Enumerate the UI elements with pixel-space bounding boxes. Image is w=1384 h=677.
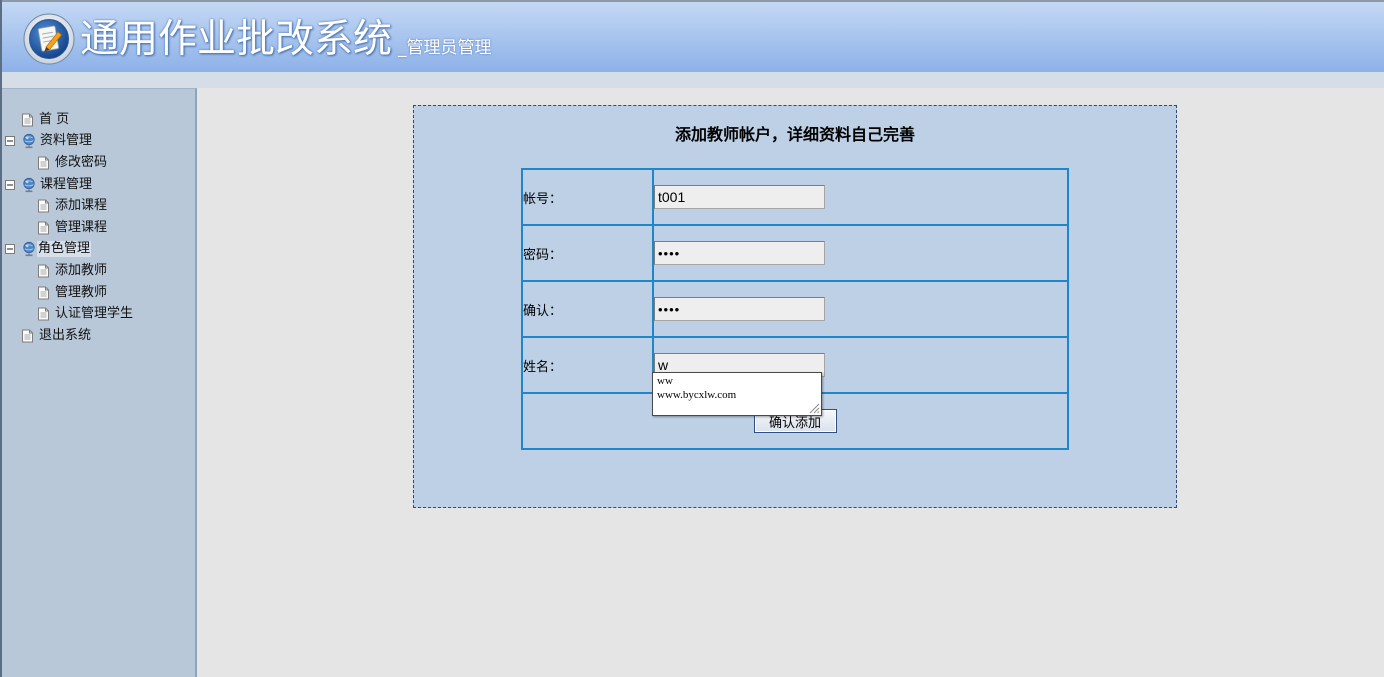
sidebar-item-label: 管理教师 bbox=[55, 284, 108, 300]
window-edge bbox=[0, 0, 2, 677]
sidebar-group-label: 课程管理 bbox=[40, 176, 93, 192]
sidebar: 首 页 资料管理 修改密码 课程管理 添加课程 管理课程 角色管理 添加教师 管… bbox=[0, 88, 197, 677]
form-row-password: 密码： bbox=[523, 226, 1067, 282]
account-label: 帐号： bbox=[523, 170, 654, 224]
form-title: 添加教师帐户，详细资料自己完善 bbox=[674, 125, 915, 144]
password-input[interactable] bbox=[654, 241, 825, 265]
sidebar-item-label: 退出系统 bbox=[39, 327, 92, 343]
sidebar-item-verify-students[interactable]: 认证管理学生 bbox=[0, 303, 195, 325]
page-icon bbox=[38, 307, 49, 321]
globe-icon bbox=[22, 134, 36, 149]
sidebar-item-label: 添加教师 bbox=[55, 262, 108, 278]
page-icon bbox=[22, 113, 33, 127]
sidebar-item-manage-teachers[interactable]: 管理教师 bbox=[0, 282, 195, 304]
name-label: 姓名： bbox=[523, 338, 654, 392]
header-divider-bar bbox=[0, 72, 1384, 88]
sidebar-item-add-course[interactable]: 添加课程 bbox=[0, 195, 195, 217]
sidebar-item-home[interactable]: 首 页 bbox=[0, 109, 195, 131]
sidebar-item-logout[interactable]: 退出系统 bbox=[0, 325, 195, 347]
collapse-toggle-icon[interactable] bbox=[5, 244, 15, 255]
confirm-password-input[interactable] bbox=[654, 297, 825, 321]
password-label: 密码： bbox=[523, 226, 654, 280]
password-cell bbox=[654, 226, 1067, 280]
sidebar-group-profile[interactable]: 资料管理 bbox=[0, 131, 195, 153]
globe-icon bbox=[22, 242, 36, 257]
confirm-cell bbox=[654, 282, 1067, 336]
autocomplete-option[interactable]: ww bbox=[653, 374, 821, 388]
confirm-label: 确认： bbox=[523, 282, 654, 336]
autocomplete-dropdown: ww www.bycxlw.com bbox=[652, 372, 822, 416]
globe-icon bbox=[22, 177, 36, 192]
notepad-pencil-logo-icon bbox=[23, 13, 75, 65]
sidebar-item-label: 修改密码 bbox=[55, 154, 108, 170]
sidebar-group-label: 角色管理 bbox=[37, 241, 92, 258]
sidebar-group-courses[interactable]: 课程管理 bbox=[0, 174, 195, 196]
sidebar-item-manage-courses[interactable]: 管理课程 bbox=[0, 217, 195, 239]
collapse-toggle-icon[interactable] bbox=[5, 179, 15, 190]
app-subtitle: _管理员管理 bbox=[398, 38, 492, 58]
form-row-confirm: 确认： bbox=[523, 282, 1067, 338]
account-cell bbox=[654, 170, 1067, 224]
sidebar-group-label: 资料管理 bbox=[40, 133, 93, 149]
sidebar-group-roles[interactable]: 角色管理 bbox=[0, 239, 195, 261]
page-icon bbox=[38, 264, 49, 278]
app-header: 通用作业批改系统 _管理员管理 bbox=[0, 0, 1384, 72]
account-input[interactable] bbox=[654, 185, 825, 209]
app-title: 通用作业批改系统 bbox=[80, 17, 393, 62]
page-icon bbox=[38, 221, 49, 235]
page-icon bbox=[38, 156, 49, 170]
form-row-account: 帐号： bbox=[523, 170, 1067, 226]
sidebar-item-label: 管理课程 bbox=[55, 219, 108, 235]
sidebar-item-change-password[interactable]: 修改密码 bbox=[0, 152, 195, 174]
add-teacher-panel: 添加教师帐户，详细资料自己完善 帐号： 密码： 确认： 姓名： bbox=[413, 105, 1177, 508]
page-icon bbox=[22, 329, 33, 343]
sidebar-item-label: 添加课程 bbox=[55, 198, 108, 214]
sidebar-item-label: 认证管理学生 bbox=[55, 306, 134, 322]
sidebar-item-add-teacher[interactable]: 添加教师 bbox=[0, 260, 195, 282]
page-icon bbox=[38, 199, 49, 213]
resize-grip-icon[interactable] bbox=[808, 402, 821, 415]
nav-tree: 首 页 资料管理 修改密码 课程管理 添加课程 管理课程 角色管理 添加教师 管… bbox=[0, 109, 195, 347]
page-icon bbox=[38, 286, 49, 300]
sidebar-item-label: 首 页 bbox=[39, 111, 70, 127]
collapse-toggle-icon[interactable] bbox=[5, 136, 15, 147]
autocomplete-option[interactable]: www.bycxlw.com bbox=[653, 388, 821, 402]
